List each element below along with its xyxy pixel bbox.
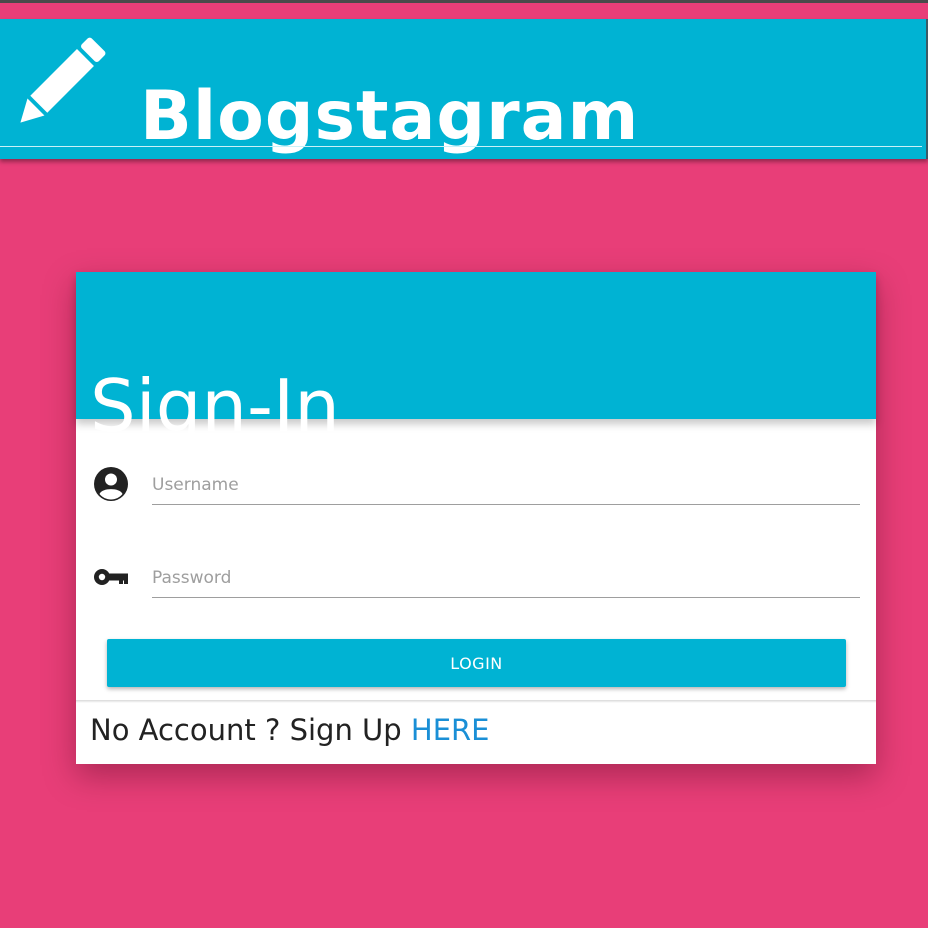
app-header: Blogstagram <box>0 19 928 159</box>
page: Blogstagram Sign-In Username LOGIN No Ac… <box>0 0 928 928</box>
signin-title: Sign-In <box>90 363 340 448</box>
signup-prompt: No Account ? Sign Up HERE <box>90 716 490 745</box>
app-title: Blogstagram <box>140 76 640 156</box>
pencil-icon <box>12 35 108 131</box>
signup-prompt-text: No Account ? Sign Up <box>90 713 402 747</box>
signin-card-header: Sign-In <box>76 272 876 442</box>
username-input[interactable] <box>152 465 860 505</box>
login-button[interactable]: LOGIN <box>107 639 846 687</box>
signup-link[interactable]: HERE <box>411 713 490 747</box>
password-row <box>76 558 876 618</box>
key-icon <box>92 558 130 596</box>
header-divider <box>0 146 922 147</box>
signin-card: Sign-In Username LOGIN No Account ? Sign… <box>76 272 876 764</box>
card-footer-divider <box>76 700 876 703</box>
username-row <box>76 465 876 525</box>
account-circle-icon <box>92 465 130 503</box>
password-input[interactable] <box>152 558 860 598</box>
